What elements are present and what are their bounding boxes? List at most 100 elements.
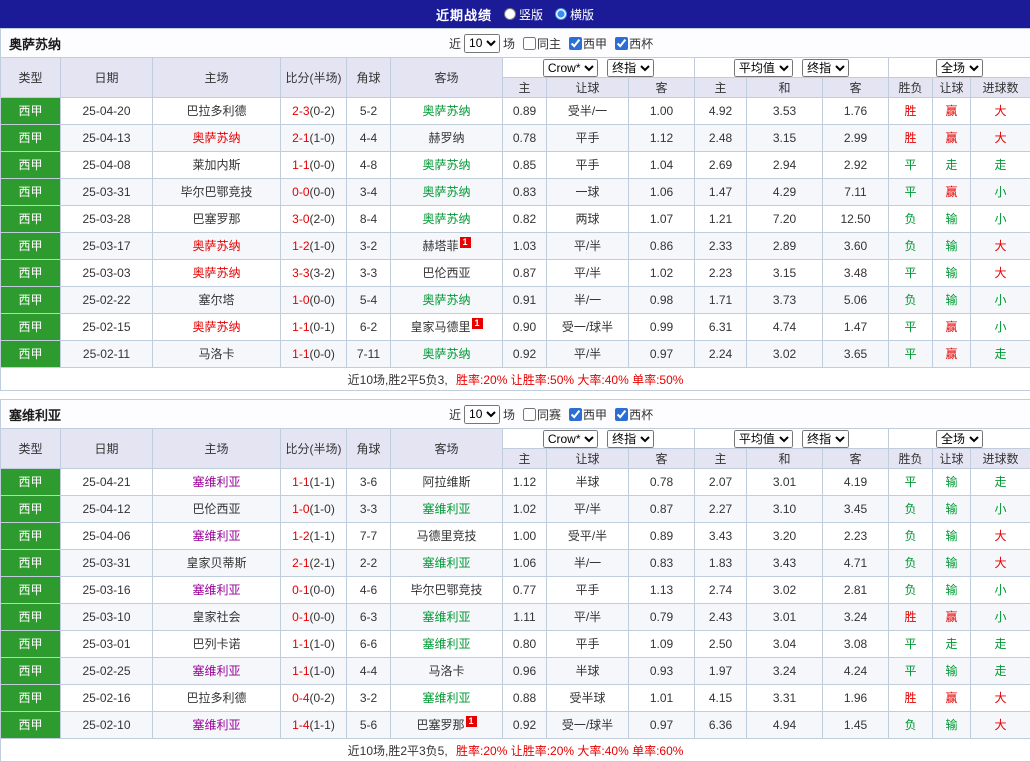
match-score[interactable]: 3-3(3-2) (281, 260, 347, 287)
home-team-link[interactable]: 奥萨苏纳 (153, 125, 281, 152)
home-team-link[interactable]: 巴塞罗那 (153, 206, 281, 233)
layout-option-vertical[interactable]: 竖版 (504, 6, 543, 23)
match-score[interactable]: 1-1(1-0) (281, 658, 347, 685)
match-score[interactable]: 1-1(0-1) (281, 314, 347, 341)
away-team-link[interactable]: 马洛卡 (391, 658, 503, 685)
recent-count-select[interactable]: 10 (464, 405, 500, 424)
copa-filter[interactable]: 西杯 (615, 406, 653, 423)
match-score[interactable]: 0-1(0-0) (281, 604, 347, 631)
same-competition-checkbox[interactable] (523, 408, 536, 421)
vertical-layout-radio[interactable] (504, 8, 516, 20)
column-header-type: 类型 (1, 58, 61, 98)
copa-filter[interactable]: 西杯 (615, 35, 653, 52)
same-competition-filter[interactable]: 同赛 (523, 406, 561, 423)
same-home-checkbox[interactable] (523, 37, 536, 50)
home-team-link[interactable]: 塞维利亚 (153, 523, 281, 550)
home-team-link[interactable]: 奥萨苏纳 (153, 260, 281, 287)
away-team-link[interactable]: 赫罗纳 (391, 125, 503, 152)
home-team-link[interactable]: 塞维利亚 (153, 469, 281, 496)
laliga-checkbox[interactable] (569, 37, 582, 50)
away-team-link[interactable]: 巴塞罗那1 (391, 712, 503, 739)
odds-stage-select[interactable]: 终指 (607, 59, 654, 77)
home-team-link[interactable]: 塞维利亚 (153, 658, 281, 685)
away-team-link[interactable]: 塞维利亚 (391, 604, 503, 631)
away-team-link[interactable]: 皇家马德里1 (391, 314, 503, 341)
home-team-link[interactable]: 皇家社会 (153, 604, 281, 631)
scope-select[interactable]: 全场 (936, 59, 983, 77)
odds-stage-select[interactable]: 终指 (607, 430, 654, 448)
match-score[interactable]: 1-4(1-1) (281, 712, 347, 739)
match-score[interactable]: 3-0(2-0) (281, 206, 347, 233)
home-team-link[interactable]: 塞尔塔 (153, 287, 281, 314)
match-score[interactable]: 2-1(1-0) (281, 125, 347, 152)
away-team-link[interactable]: 塞维利亚 (391, 631, 503, 658)
away-team-link[interactable]: 毕尔巴鄂竞技 (391, 577, 503, 604)
bookmaker-select[interactable]: Crow* (543, 59, 598, 77)
home-team-link[interactable]: 塞维利亚 (153, 577, 281, 604)
away-team-link[interactable]: 奥萨苏纳 (391, 152, 503, 179)
match-score[interactable]: 0-0(0-0) (281, 179, 347, 206)
laliga-filter[interactable]: 西甲 (569, 35, 607, 52)
away-team-link[interactable]: 塞维利亚 (391, 496, 503, 523)
match-score[interactable]: 1-0(1-0) (281, 496, 347, 523)
match-score[interactable]: 1-2(1-0) (281, 233, 347, 260)
recent-count-select[interactable]: 10 (464, 34, 500, 53)
away-team-link[interactable]: 奥萨苏纳 (391, 341, 503, 368)
league-badge: 西甲 (1, 604, 61, 631)
avg-stage-select[interactable]: 终指 (802, 430, 849, 448)
away-team-link[interactable]: 奥萨苏纳 (391, 179, 503, 206)
handicap-result: 输 (933, 260, 971, 287)
away-team-link[interactable]: 马德里竞技 (391, 523, 503, 550)
home-team-name: 巴塞罗那 (192, 212, 240, 226)
match-score[interactable]: 1-1(0-0) (281, 341, 347, 368)
handicap-line: 受一/球半 (547, 712, 629, 739)
bookmaker-select[interactable]: Crow* (543, 430, 598, 448)
match-score[interactable]: 1-1(1-0) (281, 631, 347, 658)
home-team-link[interactable]: 巴拉多利德 (153, 98, 281, 125)
home-team-link[interactable]: 巴伦西亚 (153, 496, 281, 523)
avg-draw-odds: 2.89 (747, 233, 823, 260)
away-team-link[interactable]: 奥萨苏纳 (391, 287, 503, 314)
laliga-checkbox[interactable] (569, 408, 582, 421)
match-score[interactable]: 1-1(0-0) (281, 152, 347, 179)
average-select[interactable]: 平均值 (734, 430, 793, 448)
same-home-filter[interactable]: 同主 (523, 35, 561, 52)
match-score[interactable]: 0-4(0-2) (281, 685, 347, 712)
away-team-link[interactable]: 塞维利亚 (391, 685, 503, 712)
average-select[interactable]: 平均值 (734, 59, 793, 77)
home-team-link[interactable]: 巴列卡诺 (153, 631, 281, 658)
avg-stage-select[interactable]: 终指 (802, 59, 849, 77)
match-score[interactable]: 1-1(1-1) (281, 469, 347, 496)
home-team-link[interactable]: 奥萨苏纳 (153, 314, 281, 341)
match-row: 西甲25-02-11马洛卡1-1(0-0)7-11奥萨苏纳0.92平/半0.97… (1, 341, 1030, 368)
scope-select[interactable]: 全场 (936, 430, 983, 448)
match-score[interactable]: 2-3(0-2) (281, 98, 347, 125)
home-team-link[interactable]: 莱加内斯 (153, 152, 281, 179)
away-team-link[interactable]: 塞维利亚 (391, 550, 503, 577)
copa-checkbox[interactable] (615, 408, 628, 421)
match-score[interactable]: 2-1(2-1) (281, 550, 347, 577)
away-team-link[interactable]: 奥萨苏纳 (391, 206, 503, 233)
column-header-corner: 角球 (347, 58, 391, 98)
away-team-link[interactable]: 阿拉维斯 (391, 469, 503, 496)
away-team-name: 塞维利亚 (422, 691, 470, 705)
layout-option-horizontal[interactable]: 横版 (555, 6, 594, 23)
home-team-link[interactable]: 马洛卡 (153, 341, 281, 368)
home-team-link[interactable]: 毕尔巴鄂竞技 (153, 179, 281, 206)
column-header-corner: 角球 (347, 429, 391, 469)
avg-away-odds: 1.96 (823, 685, 889, 712)
home-team-link[interactable]: 皇家贝蒂斯 (153, 550, 281, 577)
match-row: 西甲25-03-28巴塞罗那3-0(2-0)8-4奥萨苏纳0.82两球1.071… (1, 206, 1030, 233)
away-team-link[interactable]: 奥萨苏纳 (391, 98, 503, 125)
away-team-link[interactable]: 赫塔菲1 (391, 233, 503, 260)
away-team-link[interactable]: 巴伦西亚 (391, 260, 503, 287)
match-score[interactable]: 1-0(0-0) (281, 287, 347, 314)
match-score[interactable]: 0-1(0-0) (281, 577, 347, 604)
horizontal-layout-radio[interactable] (555, 8, 567, 20)
laliga-filter[interactable]: 西甲 (569, 406, 607, 423)
copa-checkbox[interactable] (615, 37, 628, 50)
home-team-link[interactable]: 巴拉多利德 (153, 685, 281, 712)
match-score[interactable]: 1-2(1-1) (281, 523, 347, 550)
home-team-link[interactable]: 塞维利亚 (153, 712, 281, 739)
home-team-link[interactable]: 奥萨苏纳 (153, 233, 281, 260)
